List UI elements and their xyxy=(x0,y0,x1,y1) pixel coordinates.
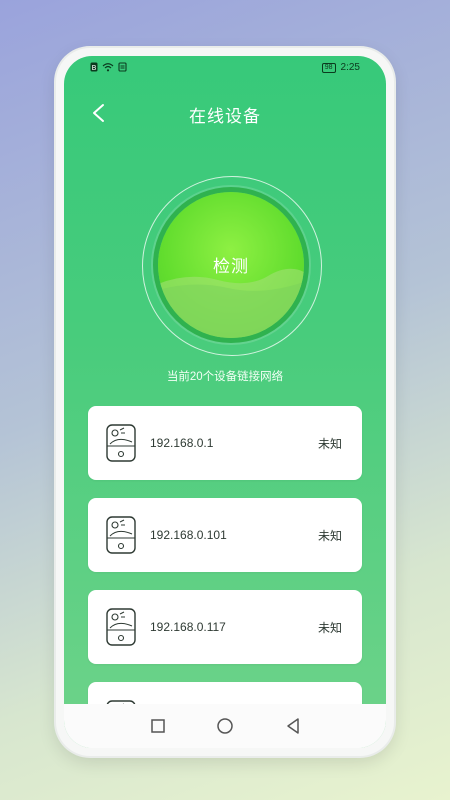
device-card[interactable]: 192.168.0.117 未知 xyxy=(88,590,362,664)
system-nav-bar xyxy=(64,704,386,748)
page-title: 在线设备 xyxy=(189,106,261,126)
device-icon xyxy=(106,608,136,646)
square-nav-icon xyxy=(151,719,165,733)
circle-nav-icon xyxy=(217,718,233,734)
device-count-text: 当前20个设备链接网络 xyxy=(166,371,284,383)
notification-icon xyxy=(118,62,127,74)
back-arrow-icon xyxy=(93,104,104,122)
device-status: 未知 xyxy=(317,621,342,635)
triangle-nav-icon xyxy=(287,718,299,734)
recent-apps-button[interactable] xyxy=(148,716,168,736)
scan-label: 检测 xyxy=(213,257,249,276)
device-ip: 192.168.0.117 xyxy=(150,620,226,634)
wifi-icon xyxy=(102,62,114,74)
device-ip: 192.168.0.101 xyxy=(150,528,227,542)
device-status: 未知 xyxy=(317,529,342,543)
status-icons-right: 98 2:25 xyxy=(321,62,360,73)
device-card[interactable]: 192.168.0.101 未知 xyxy=(88,498,362,572)
device-card[interactable]: 192.168.0.1 未知 xyxy=(88,406,362,480)
bluetooth-icon: B xyxy=(90,62,98,74)
status-bar: B 98 2:25 xyxy=(64,56,386,80)
phone-frame: B 98 2:25 在线设备 检测 当前20个设备链接网络 192.168.0.… xyxy=(56,48,394,756)
back-button[interactable] xyxy=(86,100,114,128)
device-status: 未知 xyxy=(317,437,342,451)
svg-text:B: B xyxy=(92,64,97,72)
scan-button[interactable]: 检测 xyxy=(158,192,304,338)
home-button[interactable] xyxy=(215,716,235,736)
app-screen: B 98 2:25 在线设备 检测 当前20个设备链接网络 192.168.0.… xyxy=(64,56,386,748)
device-ip: 192.168.0.1 xyxy=(150,436,214,450)
device-icon xyxy=(106,424,136,462)
app-header: 在线设备 xyxy=(64,92,386,136)
clock: 2:25 xyxy=(340,62,360,73)
back-nav-button[interactable] xyxy=(283,716,303,736)
device-icon xyxy=(106,516,136,554)
status-icons-left: B xyxy=(90,62,127,74)
battery-indicator: 98 xyxy=(321,62,336,73)
